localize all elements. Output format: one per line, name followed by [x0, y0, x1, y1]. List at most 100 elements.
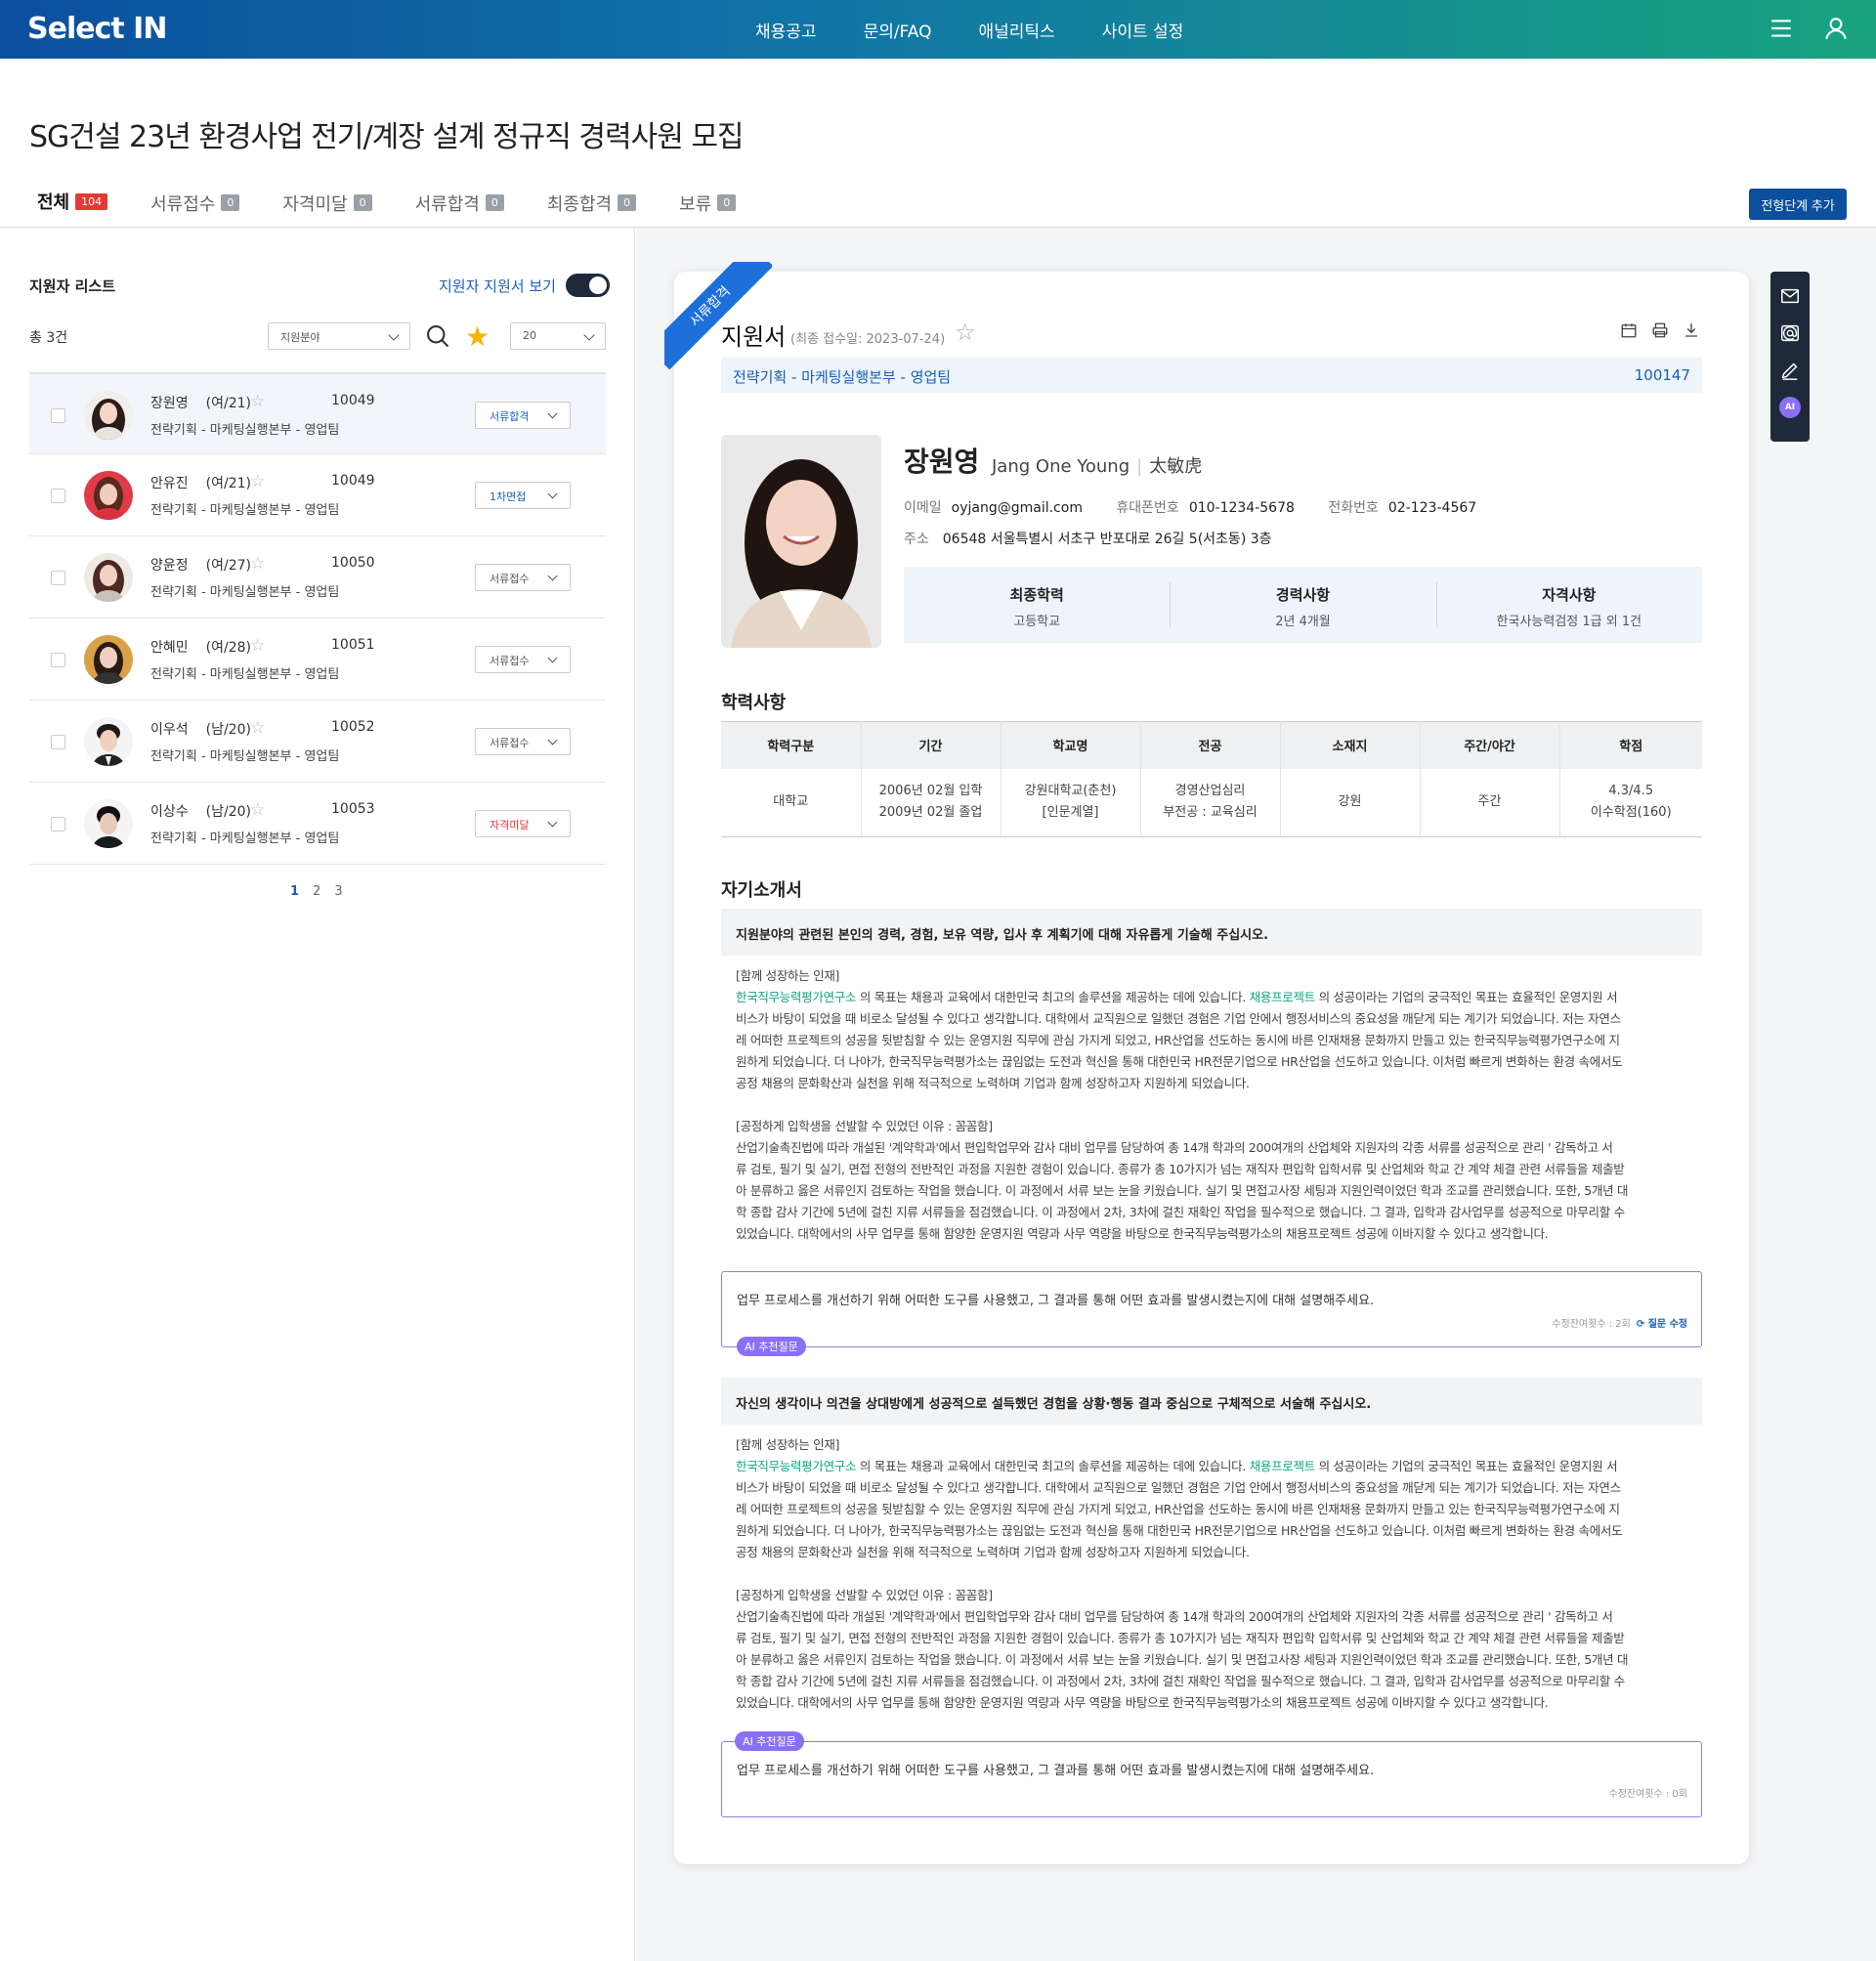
row-checkbox[interactable]	[51, 489, 65, 503]
list-item[interactable]: 장원영 (여/21) ☆ 10049 전략기획 - 마케팅실행본부 - 영업팀 서…	[29, 372, 606, 454]
status-select[interactable]: 서류접수	[475, 728, 571, 755]
applicant-list: 장원영 (여/21) ☆ 10049 전략기획 - 마케팅실행본부 - 영업팀 서…	[29, 372, 606, 865]
nav-analytics[interactable]: 애널리틱스	[979, 18, 1055, 42]
avatar	[84, 391, 133, 440]
calendar-icon[interactable]	[1620, 321, 1638, 339]
nav-jobs[interactable]: 채용공고	[755, 18, 817, 42]
toggle-label: 지원자 지원서 보기	[439, 277, 556, 295]
list-item[interactable]: 안유진 (여/21) ☆ 10049 전략기획 - 마케팅실행본부 - 영업팀 1…	[29, 454, 606, 536]
dept-path: 전략기획 - 마케팅실행본부 - 영업팀	[733, 368, 952, 386]
row-checkbox[interactable]	[51, 817, 65, 831]
user-icon[interactable]	[1823, 16, 1849, 41]
table-header-row: 학력구분 기간 학교명 전공 소재지 주간/야간 학점	[721, 721, 1702, 769]
ai-icon[interactable]: AI	[1779, 397, 1801, 418]
page-link[interactable]: 2	[313, 884, 320, 899]
pagination: 1 2 3	[290, 884, 343, 899]
star-filter-icon[interactable]: ★	[465, 320, 490, 353]
applicant-no: 10051	[331, 637, 375, 653]
applicant-no: 10049	[331, 473, 375, 489]
status-select[interactable]: 1차면접	[475, 482, 571, 509]
applicant-dept: 전략기획 - 마케팅실행본부 - 영업팀	[150, 503, 340, 518]
logo[interactable]: Select IN	[27, 12, 167, 46]
page-link[interactable]: 1	[290, 884, 299, 899]
tab-doc-pass[interactable]: 서류합격 0	[407, 189, 512, 231]
status-select[interactable]: 서류합격	[475, 402, 571, 429]
applicant-name: 안혜민 (여/28)	[150, 640, 251, 656]
field-select[interactable]: 지원분야	[268, 322, 410, 350]
row-checkbox[interactable]	[51, 653, 65, 667]
applicant-dept: 전략기획 - 마케팅실행본부 - 영업팀	[150, 749, 340, 764]
star-icon[interactable]: ☆	[955, 319, 976, 346]
main-nav: 채용공고 문의/FAQ 애널리틱스 사이트 설정	[755, 18, 1183, 42]
intro-section-title: 자기소개서	[721, 880, 802, 901]
row-checkbox[interactable]	[51, 735, 65, 749]
avatar	[84, 717, 133, 766]
star-icon[interactable]: ☆	[250, 472, 265, 491]
list-item[interactable]: 이우석 (남/20) ☆ 10052 전략기획 - 마케팅실행본부 - 영업팀 서…	[29, 701, 606, 783]
tab-label: 보류	[679, 193, 712, 215]
ai-question-meta: 수정잔여횟수 : 2회 ⟳ 질문 수정	[1552, 1319, 1687, 1330]
list-item[interactable]: 안혜민 (여/28) ☆ 10051 전략기획 - 마케팅실행본부 - 영업팀 서…	[29, 618, 606, 701]
side-toolbar: AI	[1770, 272, 1810, 442]
menu-icon[interactable]	[1769, 16, 1794, 41]
nav-faq[interactable]: 문의/FAQ	[864, 18, 932, 42]
contact-info: 이메일 oyjang@gmail.com 휴대폰번호 010-1234-5678 전…	[904, 500, 1477, 516]
tab-received[interactable]: 서류접수 0	[143, 189, 247, 231]
ai-tag: AI 추천질문	[737, 1337, 806, 1356]
tab-unqualified[interactable]: 자격미달 0	[275, 189, 379, 231]
applicant-dept: 전략기획 - 마케팅실행본부 - 영업팀	[150, 423, 340, 438]
application-actions	[1620, 321, 1700, 339]
print-icon[interactable]	[1651, 321, 1669, 339]
applicant-dept: 전략기획 - 마케팅실행본부 - 영업팀	[150, 667, 340, 682]
star-icon[interactable]: ☆	[250, 718, 265, 738]
status-tabs: 전체 104 서류접수 0 자격미달 0 서류합격 0 최종합격 0 보류 0	[29, 189, 744, 231]
applicant-list-heading: 지원자 리스트	[29, 277, 116, 295]
page-size-select[interactable]: 20	[510, 322, 606, 350]
edit-icon[interactable]	[1779, 360, 1801, 381]
add-step-button[interactable]: 전형단계 추가	[1749, 189, 1847, 220]
question-bar: 자신의 생각이나 의견을 상대방에게 성공적으로 설득했던 경험을 상황·행동 …	[721, 1378, 1702, 1425]
applicant-no: 10053	[331, 801, 375, 817]
view-application-toggle[interactable]: 지원자 지원서 보기	[439, 274, 610, 297]
tab-label: 전체	[37, 192, 70, 213]
summary-career: 경력사항 2년 4개월	[1170, 567, 1435, 643]
download-icon[interactable]	[1683, 321, 1700, 339]
status-select[interactable]: 자격미달	[475, 810, 571, 837]
tab-label: 서류합격	[414, 193, 480, 215]
list-item[interactable]: 양윤정 (여/27) ☆ 10050 전략기획 - 마케팅실행본부 - 영업팀 서…	[29, 536, 606, 618]
applicant-name: 장원영 (여/21)	[150, 396, 251, 411]
applicant-no: 10049	[331, 393, 375, 408]
edit-question-button[interactable]: ⟳ 질문 수정	[1637, 1319, 1687, 1330]
star-icon[interactable]: ☆	[250, 392, 265, 411]
applicant-dept: 전략기획 - 마케팅실행본부 - 영업팀	[150, 831, 340, 846]
applicant-name: 양윤정 (여/27)	[150, 558, 251, 574]
dept-bar: 전략기획 - 마케팅실행본부 - 영업팀 100147	[721, 358, 1702, 393]
status-ribbon: 서류합격	[664, 262, 772, 369]
avatar	[84, 799, 133, 848]
tab-hold[interactable]: 보류 0	[671, 189, 744, 231]
list-item[interactable]: 이상수 (남/20) ☆ 10053 전략기획 - 마케팅실행본부 - 영업팀 자…	[29, 783, 606, 865]
star-icon[interactable]: ☆	[250, 800, 265, 820]
email-at-icon[interactable]	[1779, 322, 1801, 344]
applicant-eng-name: Jang One Young | 太敏虎	[992, 456, 1203, 477]
tab-final-pass[interactable]: 최종합격 0	[539, 189, 644, 231]
star-icon[interactable]: ☆	[250, 554, 265, 574]
mail-icon[interactable]	[1779, 285, 1801, 307]
row-checkbox[interactable]	[51, 408, 65, 423]
ai-question-text: 업무 프로세스를 개선하기 위해 어떠한 도구를 사용했고, 그 결과를 통해 …	[737, 1764, 1375, 1778]
ai-question-box: 업무 프로세스를 개선하기 위해 어떠한 도구를 사용했고, 그 결과를 통해 …	[721, 1271, 1702, 1347]
email-value: oyjang@gmail.com	[951, 500, 1083, 516]
table-row: 대학교 2006년 02월 입학 2009년 02월 졸업 강원대학교(춘천) [인…	[721, 768, 1702, 837]
toggle-switch[interactable]	[565, 274, 610, 297]
page-link[interactable]: 3	[334, 884, 342, 899]
star-icon[interactable]: ☆	[250, 636, 265, 656]
nav-settings[interactable]: 사이트 설정	[1102, 18, 1184, 42]
status-select[interactable]: 서류접수	[475, 646, 571, 673]
status-select[interactable]: 서류접수	[475, 564, 571, 591]
tab-count: 0	[221, 194, 240, 211]
search-icon[interactable]	[424, 322, 451, 350]
application-no: 100147	[1634, 366, 1690, 384]
applicant-name: 이우석 (남/20)	[150, 722, 251, 738]
tab-all[interactable]: 전체 104	[29, 189, 116, 231]
row-checkbox[interactable]	[51, 571, 65, 585]
